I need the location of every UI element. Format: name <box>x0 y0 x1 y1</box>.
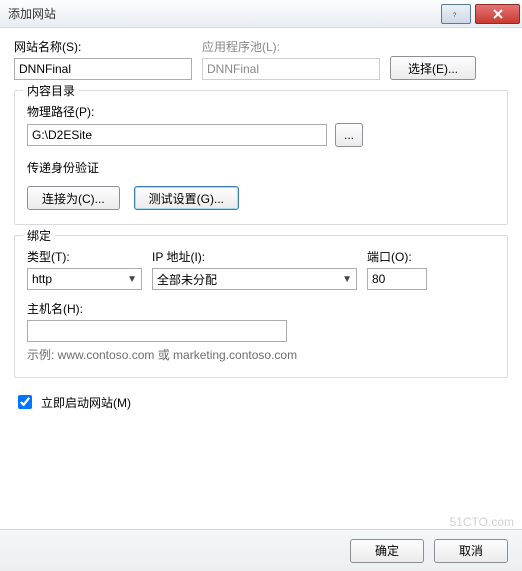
port-input[interactable] <box>367 268 427 290</box>
site-name-label: 网站名称(S): <box>14 38 192 55</box>
dialog-footer: 确定 取消 <box>0 529 522 571</box>
type-select[interactable]: http ▼ <box>27 268 142 290</box>
start-now-label: 立即启动网站(M) <box>41 394 131 411</box>
binding-legend: 绑定 <box>23 227 55 244</box>
apppool-label: 应用程序池(L): <box>202 38 380 55</box>
close-icon <box>492 8 504 20</box>
start-now-checkbox-row[interactable]: 立即启动网站(M) <box>14 392 508 412</box>
type-label: 类型(T): <box>27 248 142 265</box>
auth-label: 传递身份验证 <box>27 159 495 176</box>
chevron-down-icon: ▼ <box>127 274 137 285</box>
select-apppool-button[interactable]: 选择(E)... <box>390 56 476 80</box>
browse-path-button[interactable]: ... <box>335 123 363 147</box>
titlebar: 添加网站 ? <box>0 0 522 28</box>
content-legend: 内容目录 <box>23 82 79 99</box>
physical-path-input[interactable] <box>27 124 327 146</box>
dialog-body: 网站名称(S): 应用程序池(L): 选择(E)... 内容目录 物理路径(P)… <box>0 28 522 462</box>
physical-path-label: 物理路径(P): <box>27 105 94 119</box>
connect-as-button[interactable]: 连接为(C)... <box>27 186 120 210</box>
chevron-down-icon: ▼ <box>342 274 352 285</box>
type-value: http <box>32 272 52 286</box>
help-button[interactable]: ? <box>441 4 471 24</box>
help-icon: ? <box>450 8 462 20</box>
test-settings-button[interactable]: 测试设置(G)... <box>134 186 239 210</box>
site-name-input[interactable] <box>14 58 192 80</box>
ip-select[interactable]: 全部未分配 ▼ <box>152 268 357 290</box>
port-label: 端口(O): <box>367 248 427 265</box>
start-now-checkbox[interactable] <box>18 395 32 409</box>
hostname-label: 主机名(H): <box>27 300 287 317</box>
hostname-input[interactable] <box>27 320 287 342</box>
hostname-hint: 示例: www.contoso.com 或 marketing.contoso.… <box>27 346 495 363</box>
ip-label: IP 地址(I): <box>152 248 357 265</box>
svg-text:?: ? <box>453 13 457 19</box>
binding-group: 绑定 类型(T): http ▼ IP 地址(I): 全部未分配 ▼ 端口(O)… <box>14 235 508 378</box>
ip-value: 全部未分配 <box>157 271 217 288</box>
close-button[interactable] <box>475 4 520 24</box>
cancel-button[interactable]: 取消 <box>434 539 508 563</box>
window-title: 添加网站 <box>8 5 441 22</box>
content-group: 内容目录 物理路径(P): ... 传递身份验证 连接为(C)... 测试设置(… <box>14 90 508 225</box>
apppool-input <box>202 58 380 80</box>
ok-button[interactable]: 确定 <box>350 539 424 563</box>
